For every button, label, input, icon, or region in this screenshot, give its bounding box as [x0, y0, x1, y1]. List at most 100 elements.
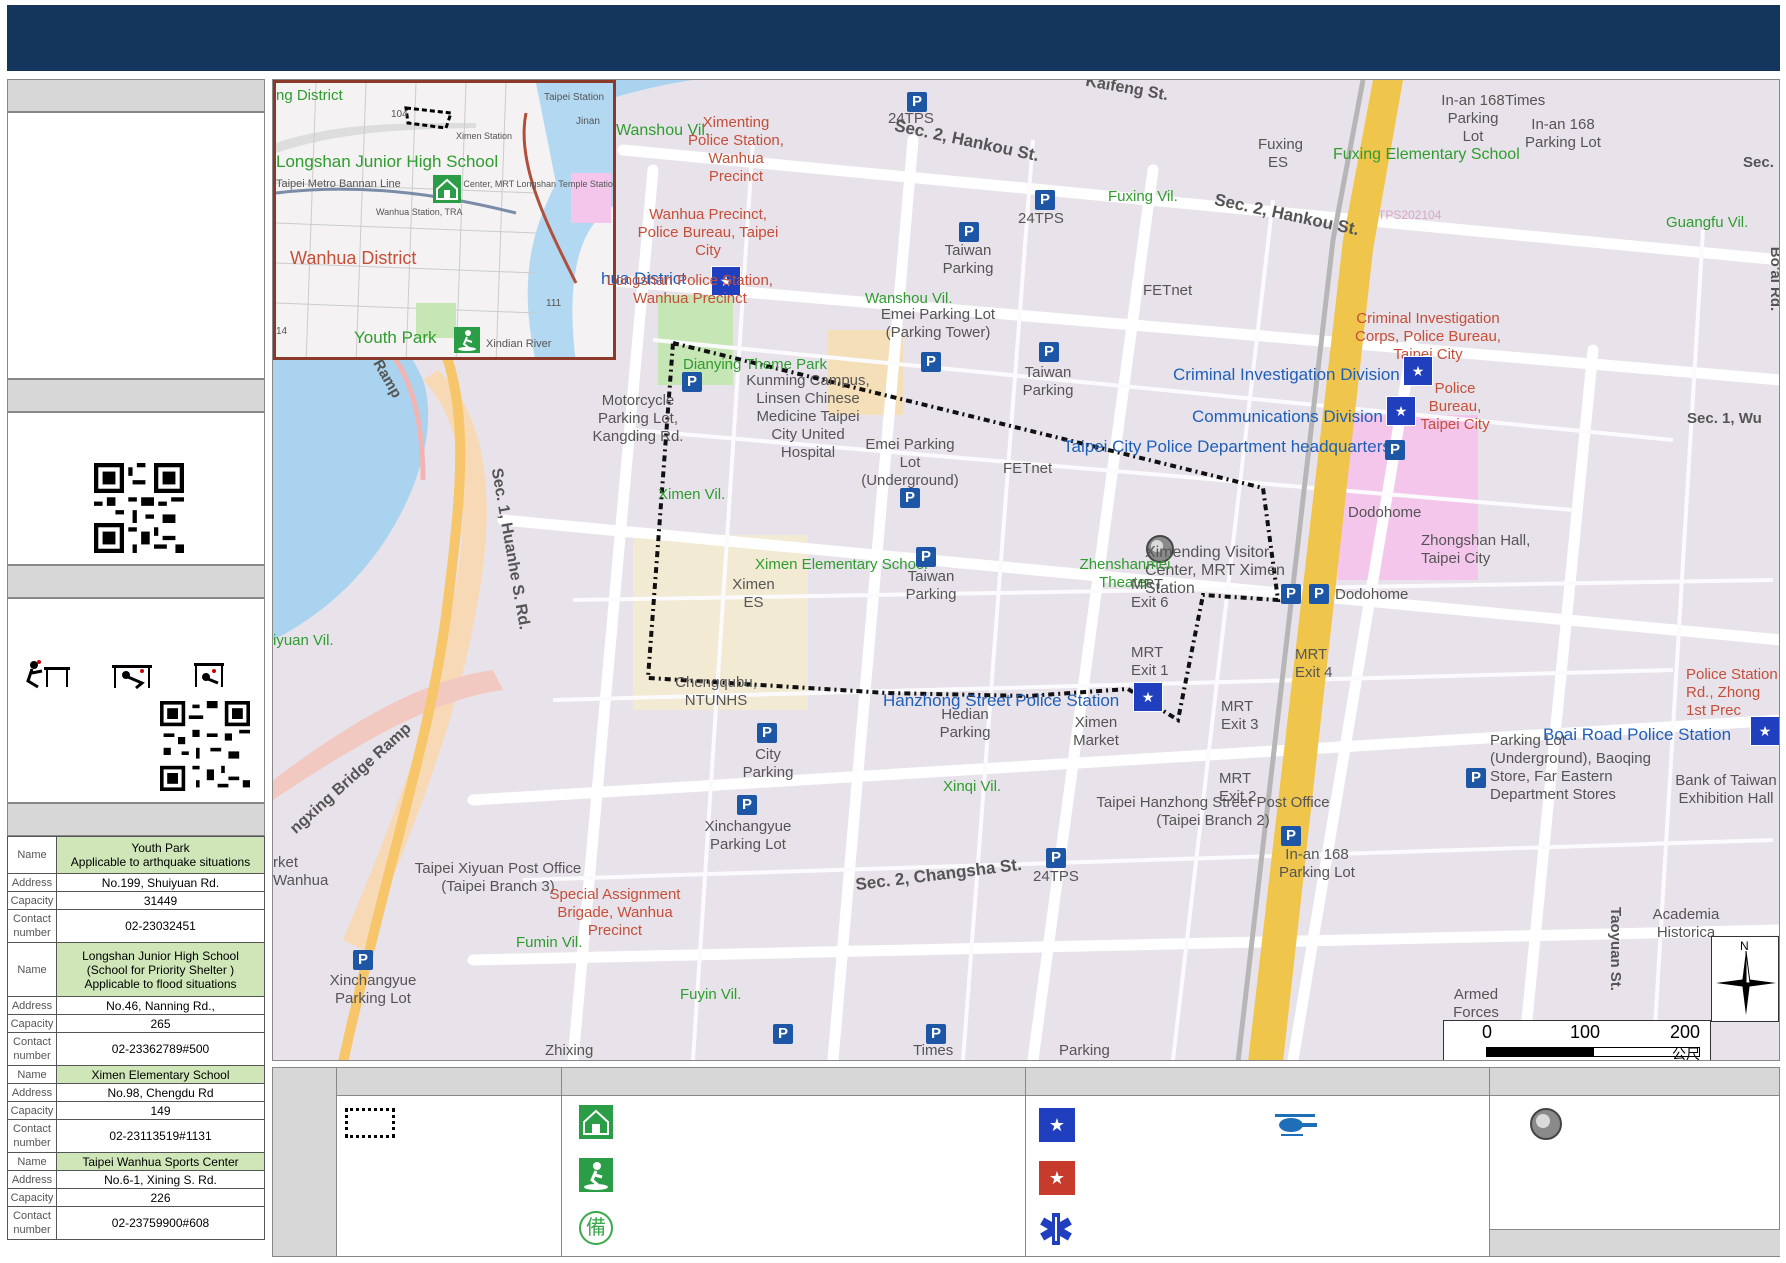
parking-icon: P: [1281, 584, 1301, 604]
label-ximen-vil: Ximen Vil.: [658, 486, 726, 503]
main-map[interactable]: ng District Taipei Station Jinan 104 Xim…: [272, 79, 1780, 1061]
label-zhongshan: Zhongshan Hall, Taipei City: [1421, 532, 1531, 567]
legend-footer: [1490, 1229, 1780, 1256]
label-inan-c: In-an 168 Parking Lot: [1279, 846, 1355, 881]
parking-icon: P: [926, 1024, 946, 1044]
inset-ximen-station: Ximen Station: [456, 131, 513, 141]
title-bar: [7, 5, 1780, 71]
shelter-capacity: 149: [56, 1101, 265, 1120]
legend-top-header: [337, 1068, 1779, 1096]
label-fuxing-vil: Fuxing Vil.: [1108, 188, 1178, 205]
shelter-name: Taipei Wanhua Sports Center: [56, 1152, 265, 1171]
label-bank: Bank of Taiwan Exhibition Hall: [1675, 772, 1777, 807]
inset-district-top: ng District: [276, 87, 343, 104]
drop-cover-icon: [26, 660, 70, 689]
label-post-hanzhong: Taipei Hanzhong Street Post Office (Taip…: [1096, 794, 1330, 829]
north-arrow: N: [1711, 936, 1779, 1022]
shelter-contact: 02-23113519#1131: [56, 1119, 265, 1153]
label-cid: Criminal Investigation Division: [1173, 365, 1400, 384]
inset-visitor: Visitor Center, MRT Longshan Temple Stat…: [436, 179, 616, 189]
shelter-name: Ximen Elementary School: [56, 1065, 265, 1084]
capacity-key: Capacity: [7, 891, 57, 910]
parking-icon: P: [916, 547, 936, 567]
label-emei: Emei Parking Lot (Parking Tower): [880, 306, 996, 341]
shelter-contact: 02-23032451: [56, 909, 265, 943]
label-comm: Communications Division: [1192, 407, 1383, 426]
inset-jinan: Jinan: [576, 116, 600, 127]
shelter-name: Longshan Junior High School (School for …: [56, 942, 265, 997]
label-motorcycle: Motorcycle Parking Lot, Kangding Rd.: [592, 392, 684, 445]
label-ximen-es: Ximen ES: [732, 576, 775, 611]
qr-code-icon-2[interactable]: [160, 701, 250, 791]
label-inan-a: In-an 168 Parking Lot: [1441, 92, 1505, 145]
label-times: Times: [1505, 92, 1546, 109]
shelter-table: Name Youth Park Applicable to arthquake s…: [7, 836, 265, 1256]
inset-river: Xindian River: [486, 338, 552, 350]
reserve-legend-icon: 備: [579, 1211, 613, 1245]
gathering-point-legend-icon: [1530, 1108, 1562, 1140]
inset-metro: Taipei Metro Bannan Line: [276, 178, 401, 190]
label-sec1: Sec. 1, Wu: [1687, 410, 1762, 427]
police-legend-icon: ★: [1038, 1107, 1076, 1143]
parking-icon: P: [1281, 826, 1301, 846]
shelter-legend-icon: [579, 1105, 613, 1139]
parking-icon: P: [682, 372, 702, 392]
parking-icon: P: [1039, 342, 1059, 362]
inset-map[interactable]: ng District Taipei Station Jinan 104 Xim…: [273, 80, 616, 360]
parking-icon: P: [737, 795, 757, 815]
parking-icon: P: [1466, 768, 1486, 788]
shelter-header: [7, 803, 265, 836]
qr-code-icon[interactable]: [94, 463, 184, 553]
shelter-name: Youth Park Applicable to arthquake situa…: [56, 836, 265, 874]
label-hq: Taipei City Police Department headquarte…: [1063, 437, 1391, 456]
inset-station: Taipei Station: [544, 92, 605, 103]
label-sec: Sec.: [1743, 154, 1774, 171]
label-fuxing-elem: Fuxing Elementary School: [1333, 146, 1520, 163]
label-fumin: Fumin Vil.: [516, 934, 583, 951]
inset-wanhua-station: Wanhua Station, TRA: [376, 207, 463, 217]
shelter-icon: [433, 175, 461, 203]
address-key: Address: [7, 1170, 57, 1189]
label-24tps-b: 24TPS: [1018, 210, 1064, 227]
helicopter-legend-icon: [1275, 1114, 1317, 1136]
parking-icon: P: [353, 950, 373, 970]
parking-icon: P: [773, 1024, 793, 1044]
shelter-capacity: 226: [56, 1188, 265, 1207]
label-fuyin: Fuyin Vil.: [680, 986, 742, 1003]
parking-icon: P: [907, 92, 927, 112]
evacuation-legend-icon: [579, 1158, 613, 1192]
scale-bar: 0 100 200 公尺: [1443, 1020, 1711, 1061]
compass-icon: [1716, 950, 1776, 1015]
inset-youth-park: Youth Park: [354, 328, 437, 347]
address-key: Address: [7, 996, 57, 1015]
contact-key: Contact number: [7, 1032, 57, 1066]
parking-icon: P: [1309, 584, 1329, 604]
parking-icon: P: [1046, 848, 1066, 868]
capacity-key: Capacity: [7, 1188, 57, 1207]
parking-icon: P: [757, 723, 777, 743]
label-inan-b: In-an 168 Parking Lot: [1525, 116, 1601, 151]
inset-road111: 111: [546, 298, 562, 309]
label-parking-ug: Parking Lot (Underground), Baoqing Store…: [1490, 732, 1651, 803]
name-key: Name: [7, 1065, 57, 1084]
scale-unit: 公尺: [1672, 1046, 1700, 1061]
label-emei-underground: Emei Parking Lot (Underground): [861, 436, 959, 489]
legend: 備 ★ ★: [272, 1067, 1780, 1257]
label-xinqi: Xinqi Vil.: [943, 778, 1002, 795]
shelter-contact: 02-23759900#608: [56, 1206, 265, 1240]
label-times-2: Times: [913, 1042, 954, 1059]
label-xinchangyue: Xinchangyue Parking Lot: [704, 818, 792, 853]
medical-legend-icon: [1040, 1213, 1072, 1245]
parking-icon: P: [1035, 190, 1055, 210]
label-mrt-exit1: MRT Exit 1: [1131, 644, 1169, 679]
contact-key: Contact number: [7, 1119, 57, 1153]
label-city-parking: City Parking: [742, 746, 794, 781]
label-24tps-c: 24TPS: [1033, 868, 1079, 885]
shelter-capacity: 31449: [56, 891, 265, 910]
shelter-address: No.98, Chengdu Rd: [56, 1083, 265, 1102]
label-guangfu: Guangfu Vil.: [1666, 214, 1749, 231]
contact-key: Contact number: [7, 909, 57, 943]
shelter-address: No.6-1, Xining S. Rd.: [56, 1170, 265, 1189]
police-icon: ★: [1133, 682, 1163, 712]
evacuation-site-icon: [454, 327, 480, 353]
